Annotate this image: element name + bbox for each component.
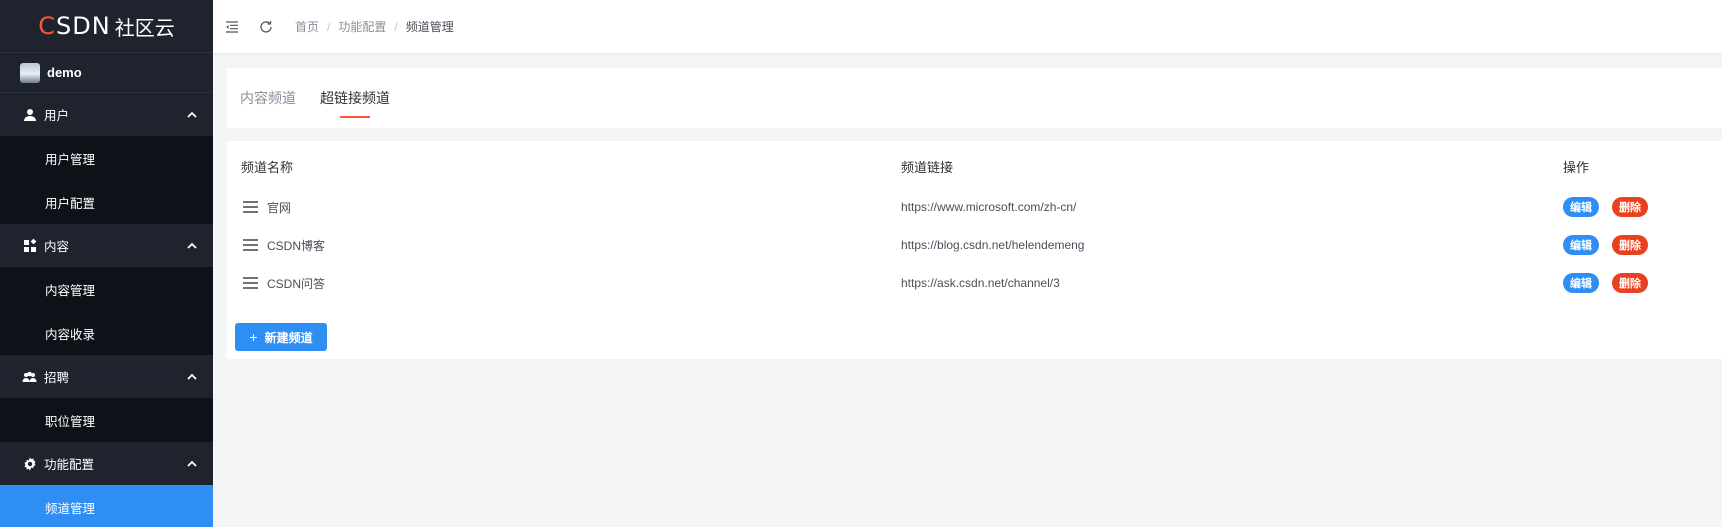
chevron-up-icon [187, 373, 197, 380]
channel-name: CSDN博客 [267, 238, 326, 253]
delete-button[interactable]: 删除 [1612, 197, 1648, 217]
chevron-up-icon [187, 242, 197, 249]
sidebar-item-user-management[interactable]: 用户管理 [0, 136, 213, 180]
logo-mark: CSDN [38, 12, 111, 40]
sidebar-item-label: 用户配置 [45, 196, 96, 211]
content-icon [22, 238, 37, 253]
table-row: 官网 https://www.microsoft.com/zh-cn/ 编辑 删… [227, 188, 1722, 226]
avatar [20, 62, 40, 83]
add-channel-label: 新建频道 [264, 330, 313, 345]
column-header-name: 频道名称 [241, 160, 294, 175]
column-header-link: 频道链接 [901, 160, 954, 175]
channel-name: CSDN问答 [267, 276, 326, 291]
table-row: CSDN问答 https://ask.csdn.net/channel/3 编辑… [227, 264, 1722, 302]
add-channel-button[interactable]: + 新建频道 [235, 323, 327, 351]
plus-icon: + [249, 329, 258, 345]
sidebar-group-content[interactable]: 内容 [0, 224, 213, 267]
sidebar-item-channel-management[interactable]: 频道管理 [0, 485, 213, 527]
channel-table: 频道名称 频道链接 操作 官网 https://www.microsoft.co… [227, 141, 1722, 359]
breadcrumb: 首页 / 功能配置 / 频道管理 [295, 18, 454, 35]
edit-button[interactable]: 编辑 [1563, 235, 1599, 255]
sidebar-item-label: 频道管理 [45, 501, 96, 516]
sidebar-item-content-collection[interactable]: 内容收录 [0, 311, 213, 355]
sidebar-item-label: 内容收录 [45, 327, 96, 342]
edit-button[interactable]: 编辑 [1563, 197, 1599, 217]
channel-name: 官网 [267, 200, 292, 215]
logo: CSDN 社区云 [0, 0, 213, 53]
sidebar-group-user[interactable]: 用户 [0, 93, 213, 136]
drag-handle-icon[interactable] [243, 201, 258, 213]
channel-tabs: 内容频道 超链接频道 [227, 68, 1722, 128]
recruit-icon [22, 369, 37, 384]
sidebar-group-feature-config[interactable]: 功能配置 [0, 442, 213, 485]
logo-text: 社区云 [114, 17, 175, 40]
user-profile[interactable]: demo [0, 53, 213, 93]
user-name: demo [47, 65, 82, 80]
breadcrumb-section[interactable]: 功能配置 [338, 18, 386, 35]
breadcrumb-separator: / [327, 19, 331, 34]
delete-button[interactable]: 删除 [1612, 235, 1648, 255]
sidebar-group-recruit[interactable]: 招聘 [0, 355, 213, 398]
channel-link: https://www.microsoft.com/zh-cn/ [901, 200, 1077, 214]
chevron-up-icon [187, 111, 197, 118]
sidebar: CSDN 社区云 demo 用户 用户管理 用户配置 内容 内容管理 内容收录 … [0, 0, 213, 527]
refresh-icon[interactable] [258, 19, 274, 35]
topbar: 首页 / 功能配置 / 频道管理 [213, 0, 1722, 53]
sidebar-group-label: 用户 [44, 109, 70, 123]
delete-button[interactable]: 删除 [1612, 273, 1648, 293]
user-icon [22, 107, 37, 122]
breadcrumb-separator: / [394, 19, 398, 34]
column-header-actions: 操作 [1563, 160, 1590, 175]
tab-hyperlink-channel[interactable]: 超链接频道 [320, 88, 390, 118]
sidebar-group-label: 招聘 [44, 371, 70, 385]
menu-fold-icon[interactable] [224, 19, 240, 35]
table-row: CSDN博客 https://blog.csdn.net/helendemeng… [227, 226, 1722, 264]
sidebar-item-label: 职位管理 [45, 414, 96, 429]
sidebar-item-user-config[interactable]: 用户配置 [0, 180, 213, 224]
sidebar-item-label: 内容管理 [45, 283, 96, 298]
drag-handle-icon[interactable] [243, 277, 258, 289]
channel-link: https://blog.csdn.net/helendemeng [901, 238, 1085, 252]
edit-button[interactable]: 编辑 [1563, 273, 1599, 293]
sidebar-item-content-management[interactable]: 内容管理 [0, 267, 213, 311]
sidebar-group-label: 内容 [44, 240, 70, 254]
breadcrumb-current: 频道管理 [405, 20, 454, 34]
chevron-up-icon [187, 460, 197, 467]
drag-handle-icon[interactable] [243, 239, 258, 251]
channel-link: https://ask.csdn.net/channel/3 [901, 276, 1060, 290]
tab-content-channel[interactable]: 内容频道 [240, 88, 296, 108]
breadcrumb-home[interactable]: 首页 [295, 18, 319, 35]
sidebar-item-job-management[interactable]: 职位管理 [0, 398, 213, 442]
sidebar-group-label: 功能配置 [44, 458, 95, 472]
sidebar-item-label: 用户管理 [45, 152, 96, 167]
gear-icon [22, 456, 37, 471]
